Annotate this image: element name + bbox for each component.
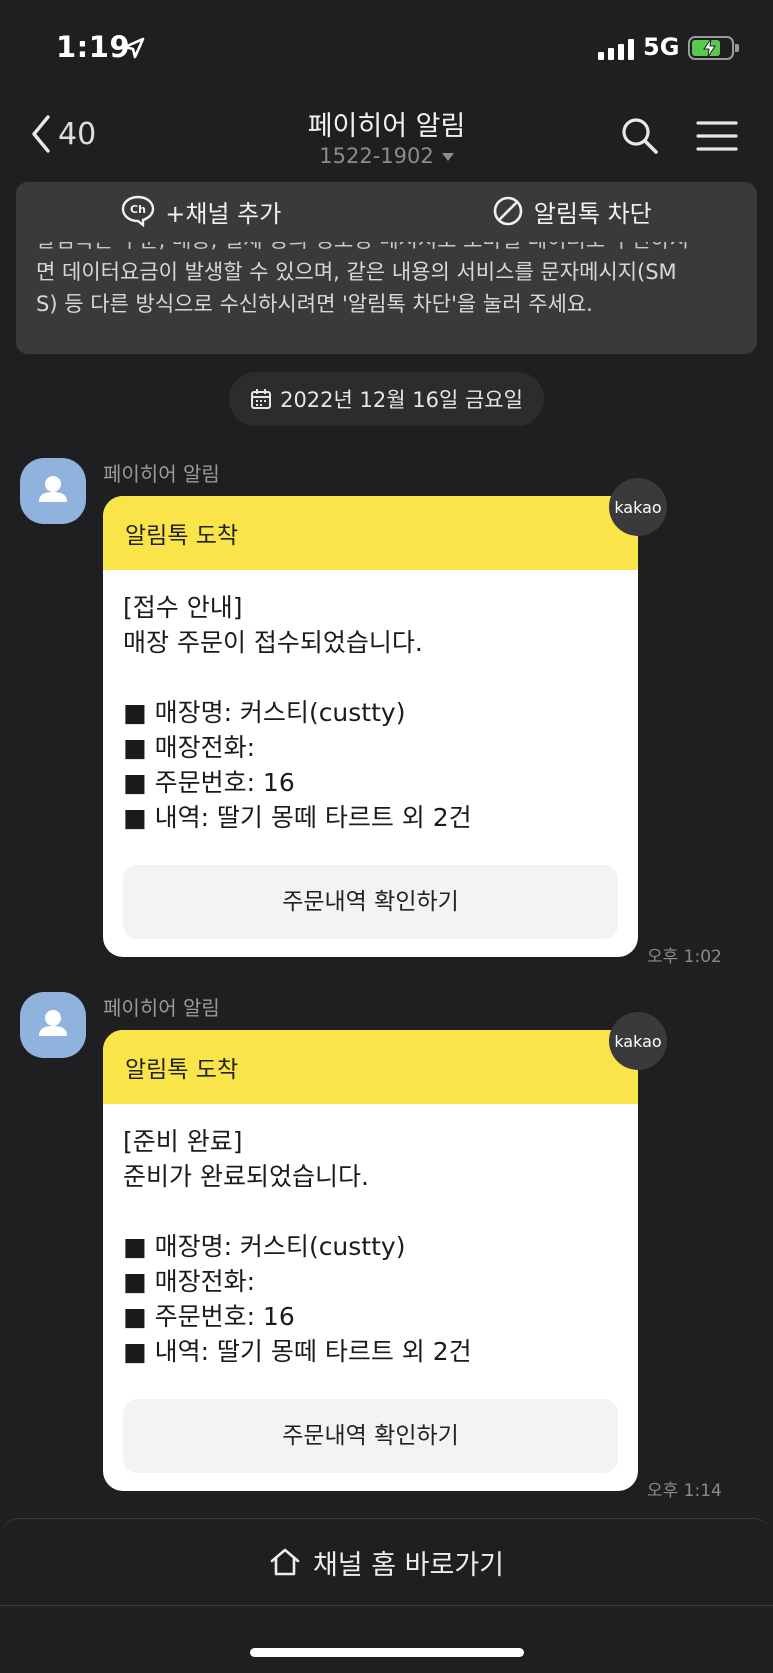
battery-icon xyxy=(688,36,739,60)
message-title: [접수 안내] xyxy=(123,593,243,622)
notice-text-line2: S) 등 다른 방식으로 수신하시려면 '알림톡 차단'을 눌러 주세요. xyxy=(36,292,593,316)
charging-bolt-icon xyxy=(703,38,716,58)
notice-text-cut: 알림톡은 주문, 배송, 결제 등의 정보성 메시지로 모바일 데이터로 수신하… xyxy=(36,242,746,256)
channel-phone: 1522-1902 xyxy=(319,144,434,168)
alimtalk-bubble: 알림톡 도착 [접수 안내] 매장 주문이 접수되었습니다. ■ 매장명: 커스… xyxy=(103,496,638,957)
kakao-badge: kakao xyxy=(609,1012,667,1070)
store-phone: ■ 매장전화: xyxy=(123,733,255,762)
message-line: 매장 주문이 접수되었습니다. xyxy=(123,628,423,657)
store-name: ■ 매장명: 커스티(custty) xyxy=(123,698,406,727)
date-divider: 2022년 12월 16일 금요일 xyxy=(229,372,544,426)
menu-icon[interactable] xyxy=(696,120,738,152)
message-time: 오후 1:14 xyxy=(647,1481,722,1501)
channel-home-label: 채널 홈 바로가기 xyxy=(312,1549,505,1581)
calendar-icon xyxy=(251,389,272,409)
sender-name: 페이히어 알림 xyxy=(103,996,220,1020)
view-order-button[interactable]: 주문내역 확인하기 xyxy=(123,1399,618,1473)
home-icon xyxy=(270,1548,300,1576)
store-phone: ■ 매장전화: xyxy=(123,1267,255,1296)
notice-text: 알림톡은 주문, 배송, 결제 등의 정보성 메시지로 모바일 데이터로 수신하… xyxy=(36,242,746,320)
bubble-body: [접수 안내] 매장 주문이 접수되었습니다. ■ 매장명: 커스티(custt… xyxy=(103,570,638,957)
store-name: ■ 매장명: 커스티(custty) xyxy=(123,1232,406,1261)
channel-add-icon: Ch xyxy=(122,195,155,227)
date-text: 2022년 12월 16일 금요일 xyxy=(280,388,523,412)
bubble-header: 알림톡 도착 xyxy=(103,1030,638,1104)
message-title: [준비 완료] xyxy=(123,1127,243,1156)
block-label: 알림톡 차단 xyxy=(533,199,652,228)
message-time: 오후 1:02 xyxy=(647,947,722,967)
person-icon xyxy=(39,1010,67,1036)
order-number: ■ 주문번호: 16 xyxy=(123,1302,295,1331)
message-line: 준비가 완료되었습니다. xyxy=(123,1162,369,1191)
bubble-body: [준비 완료] 준비가 완료되었습니다. ■ 매장명: 커스티(custty) … xyxy=(103,1104,638,1491)
block-alimtalk-button[interactable]: 알림톡 차단 xyxy=(387,182,758,240)
order-items: ■ 내역: 딸기 몽떼 타르트 외 2건 xyxy=(123,803,472,832)
kakao-badge: kakao xyxy=(609,478,667,536)
svg-text:Ch: Ch xyxy=(130,203,146,216)
signal-strength-icon xyxy=(598,38,634,60)
status-time: 1:19 xyxy=(56,30,131,64)
chat-header: 40 페이히어 알림 1522-1902 xyxy=(0,96,773,180)
channel-notice-panel: Ch +채널 추가 알림톡 차단 알림톡은 주문, 배송, 결제 등의 정보성 … xyxy=(16,182,757,354)
network-type: 5G xyxy=(643,33,680,61)
bubble-header: 알림톡 도착 xyxy=(103,496,638,570)
caret-down-icon xyxy=(441,153,454,161)
order-items: ■ 내역: 딸기 몽떼 타르트 외 2건 xyxy=(123,1337,472,1366)
home-indicator[interactable] xyxy=(250,1648,524,1657)
status-bar: 1:19 5G xyxy=(0,0,773,96)
order-number: ■ 주문번호: 16 xyxy=(123,768,295,797)
avatar[interactable] xyxy=(20,992,86,1058)
avatar[interactable] xyxy=(20,458,86,524)
channel-home-button[interactable]: 채널 홈 바로가기 xyxy=(0,1518,773,1606)
sender-name: 페이히어 알림 xyxy=(103,462,220,486)
block-icon xyxy=(493,196,523,226)
add-channel-label: +채널 추가 xyxy=(165,199,282,228)
search-icon[interactable] xyxy=(620,116,660,156)
view-order-button[interactable]: 주문내역 확인하기 xyxy=(123,865,618,939)
notice-text-line1: 면 데이터요금이 발생할 수 있으며, 같은 내용의 서비스를 문자메시지(SM xyxy=(36,260,677,284)
location-arrow-icon xyxy=(123,37,145,59)
add-channel-button[interactable]: Ch +채널 추가 xyxy=(16,182,387,240)
notice-actions: Ch +채널 추가 알림톡 차단 xyxy=(16,182,757,240)
alimtalk-bubble: 알림톡 도착 [준비 완료] 준비가 완료되었습니다. ■ 매장명: 커스티(c… xyxy=(103,1030,638,1491)
person-icon xyxy=(39,476,67,502)
